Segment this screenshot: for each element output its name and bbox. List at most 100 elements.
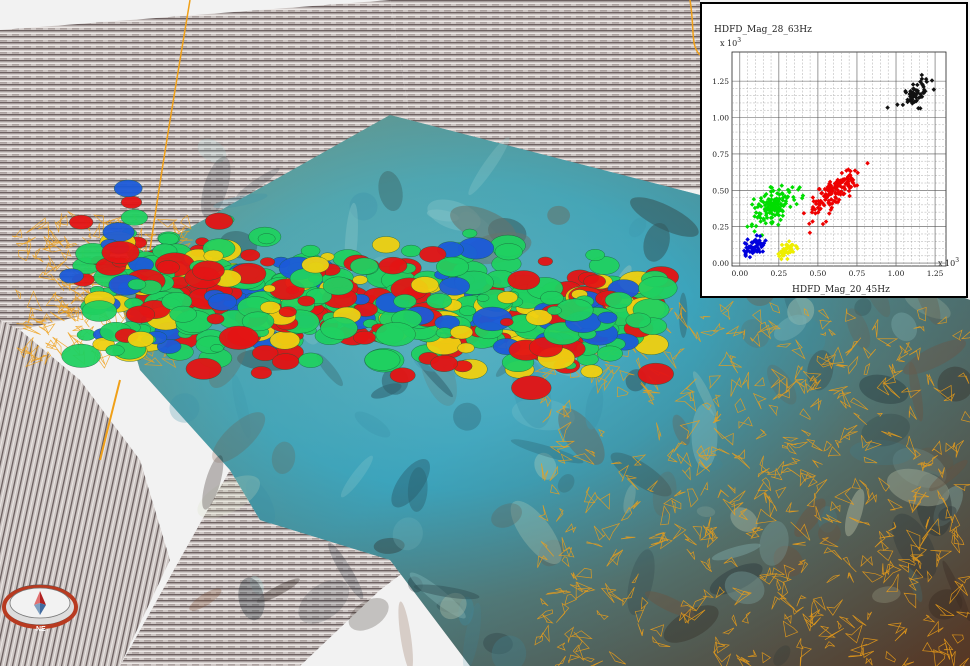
geobody-blob — [113, 179, 143, 198]
scatter-point — [776, 222, 781, 228]
geobody-blob — [240, 249, 261, 262]
compass-icon: NE — [2, 584, 78, 633]
compass-widget[interactable]: NE — [0, 575, 84, 635]
scatter-point — [915, 82, 920, 88]
geobody-blob — [457, 342, 475, 354]
scatter-point — [807, 230, 813, 235]
geobody-blob — [210, 344, 224, 353]
compass-label: NE — [36, 626, 46, 633]
geobody-blob — [125, 305, 156, 324]
geobody-blob — [625, 312, 652, 329]
geobody-blob — [375, 322, 416, 347]
geobody-blob — [352, 275, 368, 285]
chart-title: HDFD_Mag_28_63Hz — [714, 25, 812, 35]
scatter-point — [910, 82, 916, 87]
geobody-blob — [127, 278, 147, 291]
geobody-blob — [120, 195, 143, 209]
geobody-blob — [81, 300, 117, 322]
scatter-point — [885, 105, 890, 110]
scatter-point — [788, 204, 793, 210]
geobody-blob — [297, 295, 316, 307]
geobody-blob — [378, 256, 408, 275]
geobody-blob — [59, 268, 84, 284]
geobody-blob — [436, 256, 469, 277]
geobody-blob — [476, 294, 490, 302]
geobody-blob — [537, 256, 553, 266]
x-tick-label: 0.50 — [810, 269, 827, 278]
scatter-point — [745, 237, 750, 242]
geobody-blob — [320, 316, 358, 340]
geobody-blob — [271, 353, 300, 370]
scatter-point — [752, 229, 757, 234]
geobody-blob — [389, 367, 416, 384]
scatter-point — [865, 160, 870, 166]
scatter-point — [919, 72, 925, 78]
scatter-point — [810, 219, 815, 224]
geobody-blob — [500, 317, 514, 327]
geobody-blob — [401, 244, 422, 258]
geobody-blob — [604, 291, 633, 309]
geobody-blob — [439, 276, 470, 296]
geobody-blob — [350, 257, 379, 275]
geobody-blob — [298, 352, 324, 368]
geobody-blob — [426, 293, 452, 309]
geobody-blob — [364, 349, 401, 371]
scatter-point — [779, 242, 785, 248]
geobody-blob — [260, 257, 276, 267]
geobody-blob — [596, 345, 623, 362]
x-tick-label: 1.00 — [888, 269, 905, 278]
geobody-blob — [105, 344, 125, 357]
geobody-blob — [169, 305, 197, 323]
geobody-blob — [207, 293, 237, 311]
y-tick-label: 1.25 — [712, 77, 729, 86]
geobody-blob — [322, 276, 354, 296]
geobody-blob — [263, 284, 276, 293]
scatter-point — [839, 170, 845, 176]
scatter-point — [753, 223, 759, 229]
geobody-blob — [511, 375, 552, 400]
y-tick-label: 0.50 — [712, 186, 729, 195]
scatter-point — [931, 87, 937, 92]
scatter-point — [779, 183, 785, 188]
scatter-point — [749, 202, 755, 207]
geobody-blob — [260, 301, 281, 314]
scatter-point — [794, 201, 799, 207]
scatter-point — [900, 102, 906, 108]
x-axis-label: HDFD_Mag_20_45Hz — [792, 285, 890, 295]
geobody-blob — [583, 274, 606, 289]
geobody-blob — [185, 357, 222, 380]
geobody-blob — [353, 330, 376, 345]
geobody-blob — [462, 228, 478, 238]
scatter-point — [820, 221, 826, 227]
geobody-blob — [393, 294, 417, 309]
geobody-blob — [507, 270, 541, 291]
geobody-blob — [102, 222, 135, 242]
geobody-blob — [191, 260, 225, 281]
x-multiplier: x 103 — [938, 257, 959, 268]
x-tick-labels: 0.00 0.25 0.50 0.75 1.00 1.25 — [731, 269, 943, 278]
crossplot-panel[interactable]: HDFD_Mag_28_63Hz 0.00 0.25 0.50 0.75 1.00 1.2… — [700, 2, 968, 298]
x-tick-label: 0.75 — [849, 269, 866, 278]
x-tick-label: 0.25 — [771, 269, 788, 278]
crossplot-chart: HDFD_Mag_28_63Hz 0.00 0.25 0.50 0.75 1.00 1.2… — [712, 25, 959, 295]
scatter-point — [823, 219, 829, 224]
geobody-blob — [257, 233, 276, 245]
geobody-blob — [69, 214, 94, 230]
geobody-blob — [372, 236, 401, 254]
y-tick-label: 0.25 — [712, 223, 729, 232]
geobody-blob — [203, 249, 224, 263]
geobody-blob — [410, 276, 439, 294]
scatter-point — [810, 195, 816, 200]
geobody-blob — [301, 256, 330, 274]
geobody-blob — [218, 325, 259, 350]
geobody-blob — [547, 305, 562, 316]
x-tick-label: 0.00 — [731, 269, 748, 278]
geobody-blob — [101, 240, 140, 264]
scatter-point — [929, 78, 935, 83]
geobody-blob — [580, 364, 603, 379]
geobody-blob — [430, 355, 458, 372]
scatter-point — [780, 213, 786, 219]
scatter-point — [816, 186, 822, 192]
geobody-blob — [76, 329, 96, 341]
geobody-blob — [597, 311, 618, 324]
